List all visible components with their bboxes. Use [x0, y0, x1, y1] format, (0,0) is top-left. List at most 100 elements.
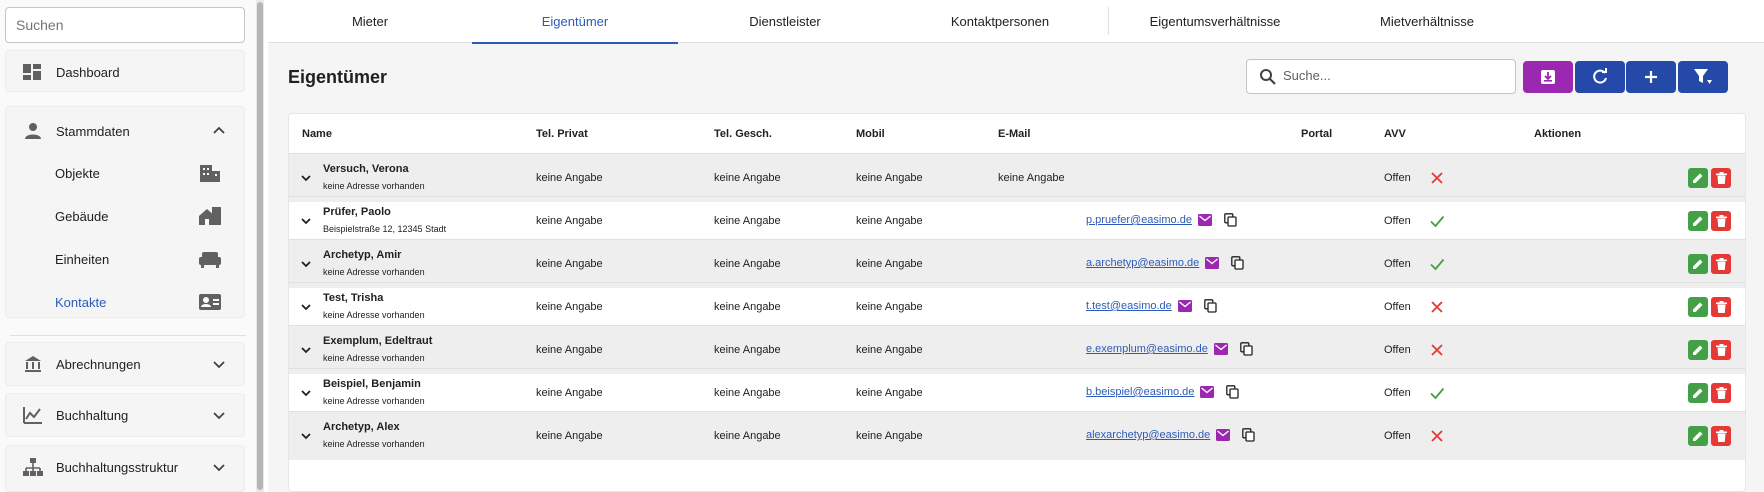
- chevron-down-icon[interactable]: [299, 257, 313, 271]
- column-header-email[interactable]: E-Mail: [998, 128, 1030, 140]
- sidebar-item-stammdaten[interactable]: Stammdaten: [6, 110, 244, 152]
- edit-button[interactable]: [1688, 254, 1708, 274]
- copy-icon[interactable]: [1231, 256, 1244, 270]
- tab-eigentuemer[interactable]: Eigentümer: [472, 0, 678, 44]
- column-header-portal[interactable]: Portal: [1301, 128, 1332, 140]
- mobil-cell: keine Angabe: [856, 344, 923, 356]
- chevron-down-icon[interactable]: [299, 300, 313, 314]
- sidebar-search-field[interactable]: [5, 7, 245, 43]
- column-header-tel-gesch[interactable]: Tel. Gesch.: [714, 128, 772, 140]
- edit-button[interactable]: [1688, 297, 1708, 317]
- email-cell: p.pruefer@easimo.de: [1086, 213, 1237, 227]
- delete-button[interactable]: [1711, 383, 1731, 403]
- pencil-icon: [1693, 302, 1703, 312]
- mail-icon[interactable]: [1177, 300, 1192, 312]
- sidebar-scrollbar-thumb[interactable]: [257, 2, 263, 490]
- table-search-input[interactable]: [1283, 68, 1503, 83]
- tab-label: Dienstleister: [749, 14, 821, 29]
- add-button[interactable]: [1626, 61, 1676, 93]
- chevron-down-icon[interactable]: [299, 171, 313, 185]
- edit-button[interactable]: [1688, 168, 1708, 188]
- copy-icon[interactable]: [1203, 299, 1217, 313]
- tel-gesch-cell: keine Angabe: [714, 172, 781, 184]
- email-link[interactable]: b.beispiel@easimo.de: [1086, 386, 1194, 398]
- tab-dienstleister[interactable]: Dienstleister: [678, 0, 892, 43]
- trash-icon: [1715, 430, 1727, 442]
- edit-button[interactable]: [1688, 426, 1708, 446]
- email-cell: a.archetyp@easimo.de: [1086, 256, 1244, 270]
- mail-icon[interactable]: [1197, 214, 1212, 226]
- sidebar-item-einheiten[interactable]: Einheiten: [5, 240, 245, 278]
- avv-cell: Offen: [1384, 215, 1411, 227]
- sidebar-item-label: Buchhaltung: [56, 407, 129, 423]
- tel-gesch-cell: keine Angabe: [714, 344, 781, 356]
- delete-button[interactable]: [1711, 340, 1731, 360]
- tel-privat-cell: keine Angabe: [536, 258, 603, 270]
- column-header-aktionen: Aktionen: [1534, 128, 1582, 140]
- sidebar-item-dashboard[interactable]: Dashboard: [5, 50, 245, 92]
- chevron-down-icon[interactable]: [299, 386, 313, 400]
- delete-button[interactable]: [1711, 297, 1731, 317]
- chevron-down-icon[interactable]: [299, 343, 313, 357]
- email-link[interactable]: e.exemplum@easimo.de: [1086, 343, 1208, 355]
- email-link[interactable]: a.archetyp@easimo.de: [1086, 257, 1199, 269]
- pencil-icon: [1693, 173, 1703, 183]
- tab-kontaktpersonen[interactable]: Kontaktpersonen: [892, 0, 1108, 43]
- sidebar-item-gebaeude[interactable]: Gebäude: [5, 197, 245, 235]
- page-title: Eigentümer: [288, 67, 388, 87]
- copy-icon[interactable]: [1226, 385, 1240, 399]
- sofa-icon: [199, 252, 221, 268]
- cross-icon: [1431, 430, 1443, 442]
- copy-icon[interactable]: [1239, 342, 1253, 356]
- sidebar-item-kontakte[interactable]: Kontakte: [5, 283, 245, 321]
- pencil-icon: [1693, 216, 1703, 226]
- tab-label: Eigentümer: [541, 14, 609, 29]
- tab-mietverhaeltnisse[interactable]: Mietverhältnisse: [1321, 0, 1533, 43]
- refresh-button[interactable]: [1575, 61, 1625, 93]
- sidebar-item-buchhaltungsstruktur[interactable]: Buchhaltungsstruktur: [5, 445, 245, 492]
- sidebar-item-abrechnungen[interactable]: Abrechnungen: [5, 342, 245, 386]
- building-icon: [200, 165, 220, 182]
- sidebar-item-objekte[interactable]: Objekte: [5, 154, 245, 192]
- tab-mieter[interactable]: Mieter: [268, 0, 472, 43]
- delete-button[interactable]: [1711, 254, 1731, 274]
- chevron-down-icon[interactable]: [299, 214, 313, 228]
- copy-icon[interactable]: [1242, 428, 1255, 442]
- email-link[interactable]: p.pruefer@easimo.de: [1086, 214, 1192, 226]
- mail-icon[interactable]: [1213, 343, 1228, 355]
- owner-name: Prüfer, Paolo: [323, 206, 391, 218]
- tab-label: Kontaktpersonen: [950, 14, 1050, 29]
- table-row: Versuch, Verona keine Adresse vorhanden ke…: [289, 153, 1745, 202]
- mail-icon[interactable]: [1200, 386, 1215, 398]
- copy-icon[interactable]: [1224, 213, 1237, 227]
- column-header-mobil[interactable]: Mobil: [856, 128, 885, 140]
- edit-button[interactable]: [1688, 211, 1708, 231]
- edit-button[interactable]: [1688, 383, 1708, 403]
- column-header-avv[interactable]: AVV: [1384, 128, 1406, 140]
- delete-button[interactable]: [1711, 211, 1731, 231]
- export-button[interactable]: [1523, 61, 1573, 93]
- mail-icon[interactable]: [1216, 429, 1231, 441]
- tab-eigentumsverhaeltnisse[interactable]: Eigentumsverhältnisse: [1109, 0, 1321, 43]
- delete-button[interactable]: [1711, 426, 1731, 446]
- delete-button[interactable]: [1711, 168, 1731, 188]
- owner-address: keine Adresse vorhanden: [323, 267, 425, 277]
- chart-icon: [22, 404, 44, 426]
- email-link[interactable]: t.test@easimo.de: [1086, 300, 1172, 312]
- table-row: Prüfer, Paolo Beispielstraße 12, 12345 St…: [289, 196, 1745, 245]
- email-cell: keine Angabe: [998, 172, 1065, 184]
- mail-icon[interactable]: [1205, 257, 1220, 269]
- tab-label: Mieter: [351, 14, 389, 29]
- table-search-field[interactable]: [1246, 59, 1516, 94]
- filter-button[interactable]: [1678, 61, 1728, 93]
- owner-name: Exemplum, Edeltraut: [323, 335, 433, 347]
- column-header-tel-privat[interactable]: Tel. Privat: [536, 128, 588, 140]
- chevron-down-icon[interactable]: [299, 429, 313, 443]
- edit-button[interactable]: [1688, 340, 1708, 360]
- email-link[interactable]: alexarchetyp@easimo.de: [1086, 429, 1210, 441]
- sidebar-search-input[interactable]: [16, 17, 234, 33]
- column-header-name[interactable]: Name: [302, 128, 332, 140]
- sidebar-item-buchhaltung[interactable]: Buchhaltung: [5, 393, 245, 437]
- trash-icon: [1715, 387, 1727, 399]
- sidebar-item-label: Abrechnungen: [56, 356, 141, 372]
